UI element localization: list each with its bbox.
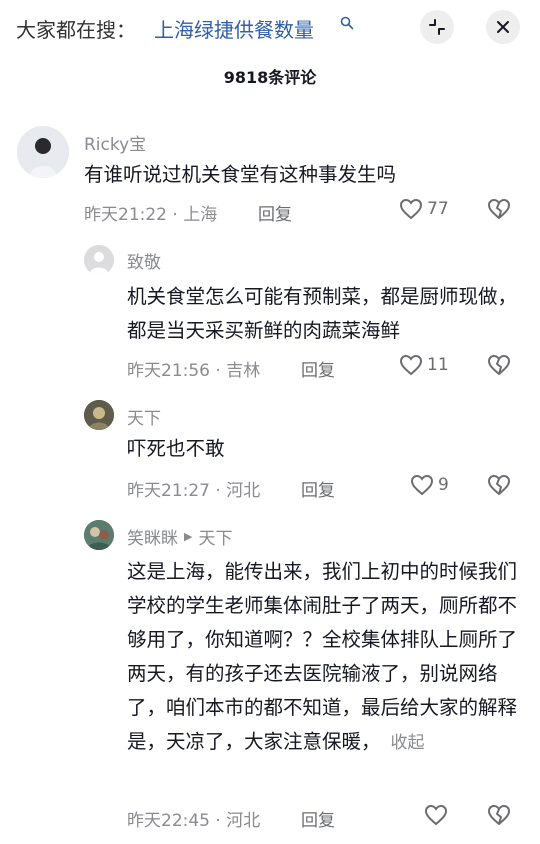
- dislike-icon[interactable]: [487, 198, 511, 220]
- comment-time-location: 昨天21:27 · 河北: [127, 481, 261, 501]
- close-button[interactable]: [486, 10, 520, 44]
- comment-text: 有谁听说过机关食堂有这种事发生吗: [84, 163, 397, 186]
- default-avatar-icon: [84, 245, 114, 275]
- reply-to-username[interactable]: 天下: [198, 524, 232, 549]
- comment-text: 这是上海，能传出来，我们上初中的时候我们学校的学生老师集体闹肚子了两天，厕所都不…: [127, 555, 519, 760]
- dislike-icon[interactable]: [487, 354, 511, 376]
- top-bar: 大家都在搜： 上海绿捷供餐数量: [0, 0, 540, 58]
- avatar[interactable]: [84, 520, 114, 550]
- reply-button[interactable]: 回复: [301, 806, 335, 831]
- reply-button[interactable]: 回复: [301, 476, 335, 501]
- like-button[interactable]: 11: [399, 354, 449, 376]
- close-icon: [497, 21, 509, 33]
- comment-username[interactable]: 致敬: [127, 248, 161, 273]
- dislike-icon[interactable]: [487, 804, 511, 826]
- comment-username[interactable]: Ricky宝: [84, 130, 146, 155]
- avatar-image: [84, 520, 114, 550]
- like-button[interactable]: 77: [399, 198, 449, 220]
- like-count: 9: [438, 475, 449, 495]
- avatar[interactable]: [84, 400, 114, 430]
- comment-text: 吓死也不敢: [127, 437, 225, 460]
- heart-icon: [399, 354, 423, 376]
- search-hint-prefix: 大家都在搜：: [16, 18, 136, 42]
- comment-time-location: 昨天22:45 · 河北: [127, 811, 261, 831]
- comment-time-location: 昨天21:22 · 上海: [84, 205, 218, 225]
- heart-icon: [399, 198, 423, 220]
- collapse-view-button[interactable]: [420, 10, 454, 44]
- search-icon: [340, 16, 354, 30]
- reply-header: 笑眯眯 ▶ 天下: [127, 524, 232, 549]
- avatar-image: [17, 126, 69, 178]
- collapse-link[interactable]: 收起: [391, 733, 425, 753]
- reply-arrow-icon: ▶: [184, 530, 193, 543]
- comment-body: 这是上海，能传出来，我们上初中的时候我们学校的学生老师集体闹肚子了两天，厕所都不…: [127, 560, 518, 753]
- reply-button[interactable]: 回复: [301, 356, 335, 381]
- dislike-icon[interactable]: [487, 474, 511, 496]
- avatar[interactable]: [84, 245, 114, 275]
- avatar-image: [84, 400, 114, 430]
- comment-text: 机关食堂怎么可能有预制菜，都是厨师现做，都是当天采买新鲜的肉蔬菜海鲜: [127, 285, 518, 342]
- like-count: 77: [427, 199, 449, 219]
- search-suggestion-link[interactable]: 上海绿捷供餐数量: [154, 14, 314, 43]
- comment-username[interactable]: 天下: [127, 404, 161, 429]
- comment-username[interactable]: 笑眯眯: [127, 524, 178, 549]
- heart-icon: [410, 474, 434, 496]
- like-count: 11: [427, 355, 449, 375]
- heart-icon: [424, 804, 448, 826]
- comment-count: 9818条评论: [223, 68, 317, 87]
- comment-time-location: 昨天21:56 · 吉林: [127, 361, 261, 381]
- shrink-icon: [429, 19, 445, 35]
- reply-button[interactable]: 回复: [258, 200, 292, 225]
- like-button[interactable]: [424, 804, 452, 826]
- avatar[interactable]: [17, 126, 69, 178]
- like-button[interactable]: 9: [410, 474, 449, 496]
